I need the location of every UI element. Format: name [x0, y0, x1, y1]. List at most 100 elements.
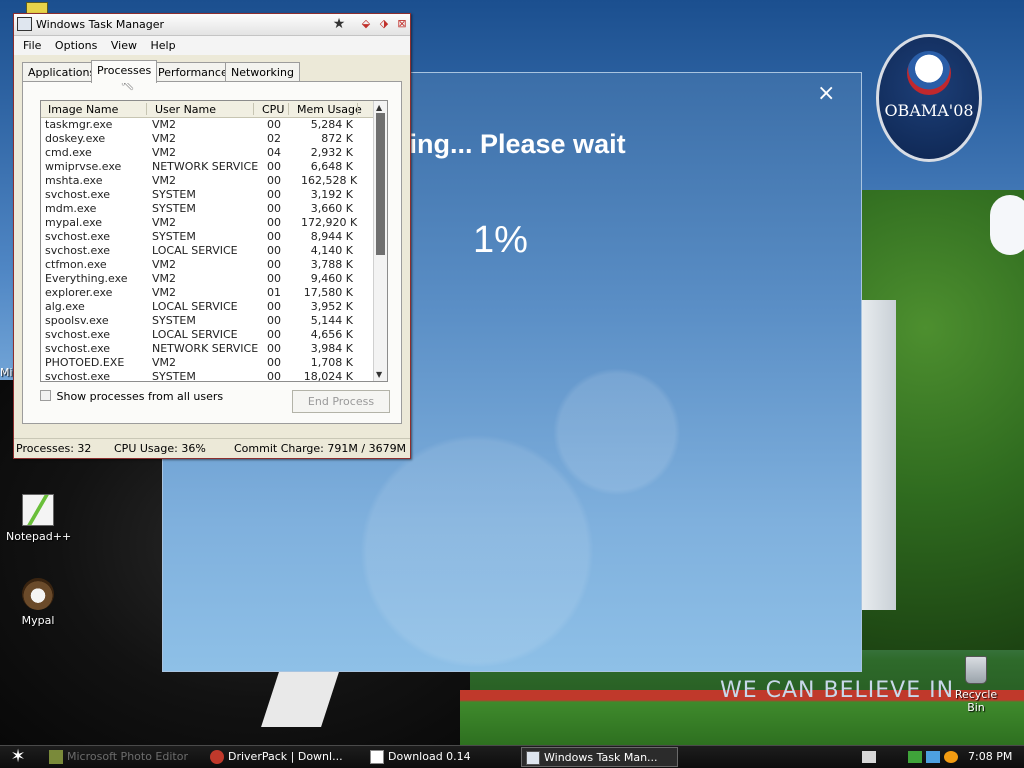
close-button[interactable]: ⊠ — [395, 17, 409, 31]
campaign-logo: OBAMA'08 — [876, 34, 982, 162]
process-mem: 17,580 K — [303, 286, 353, 299]
process-cpu: 04 — [267, 146, 281, 159]
tab-networking[interactable]: Networking — [225, 62, 300, 82]
end-process-button[interactable]: End Process — [292, 390, 390, 413]
process-cpu: 00 — [267, 370, 281, 382]
menu-file[interactable]: File — [18, 36, 46, 55]
title-bar[interactable]: Windows Task Manager ★ ⬙ ⬗ ⊠ — [14, 14, 410, 36]
recycle-bin-icon — [965, 656, 987, 684]
process-user: SYSTEM — [152, 370, 196, 382]
update-icon[interactable] — [926, 751, 940, 763]
pin-icon[interactable]: ★ — [332, 17, 346, 31]
tab-processes[interactable]: Processes — [91, 60, 158, 83]
taskbar-button-photo-editor[interactable]: Microsoft Photo Editor — [45, 747, 200, 767]
process-row[interactable]: svchost.exe LOCAL SERVICE 00 4,140 K — [41, 244, 387, 258]
menu-view[interactable]: View — [106, 36, 142, 55]
process-user: VM2 — [152, 216, 177, 229]
process-name: alg.exe — [45, 300, 85, 313]
process-user: VM2 — [152, 272, 177, 285]
process-list-scrollbar[interactable]: ▲ ▼ — [373, 101, 387, 381]
column-user-name[interactable]: User Name — [155, 103, 216, 116]
column-image-name[interactable]: Image Name — [48, 103, 118, 116]
desktop-icon-notepadpp[interactable]: Notepad++ — [6, 494, 71, 543]
minimize-button[interactable]: ⬙ — [359, 17, 373, 31]
process-mem: 3,660 K — [310, 202, 353, 215]
process-row[interactable]: ctfmon.exe VM2 00 3,788 K — [41, 258, 387, 272]
network-icon[interactable] — [908, 751, 922, 763]
process-row[interactable]: PHOTOED.EXE VM2 00 1,708 K — [41, 356, 387, 370]
process-cpu: 01 — [267, 286, 281, 299]
column-divider[interactable] — [146, 103, 147, 115]
process-row[interactable]: svchost.exe LOCAL SERVICE 00 4,656 K — [41, 328, 387, 342]
process-mem: 8,944 K — [310, 230, 353, 243]
process-row[interactable]: taskmgr.exe VM2 00 5,284 K — [41, 118, 387, 132]
process-row[interactable]: svchost.exe SYSTEM 00 18,024 K — [41, 370, 387, 382]
scroll-down-icon[interactable]: ▼ — [376, 370, 385, 379]
column-cpu[interactable]: CPU — [262, 103, 284, 116]
maximize-button[interactable]: ⬗ — [377, 17, 391, 31]
process-row[interactable]: mypal.exe VM2 00 172,920 K — [41, 216, 387, 230]
process-row[interactable]: doskey.exe VM2 02 872 K — [41, 132, 387, 146]
process-cpu: 00 — [267, 216, 281, 229]
process-row[interactable]: mdm.exe SYSTEM 00 3,660 K — [41, 202, 387, 216]
scroll-up-icon[interactable]: ▲ — [376, 103, 385, 112]
search-icon[interactable] — [944, 751, 958, 763]
clock[interactable]: 7:08 PM — [968, 750, 1012, 763]
process-list-header: Image Name User Name CPU Mem Usage — [41, 101, 387, 118]
process-cpu: 00 — [267, 118, 281, 131]
process-user: LOCAL SERVICE — [152, 328, 238, 341]
column-divider[interactable] — [357, 103, 358, 115]
wallpaper-cloud — [990, 195, 1024, 255]
process-row[interactable]: wmiprvse.exe NETWORK SERVICE 00 6,648 K — [41, 160, 387, 174]
close-icon[interactable]: × — [817, 81, 835, 106]
desktop-icon-mypal[interactable]: Mypal — [6, 578, 70, 627]
process-cpu: 00 — [267, 342, 281, 355]
status-bar: Processes: 32 CPU Usage: 36% Commit Char… — [14, 438, 410, 458]
process-mem: 3,952 K — [310, 300, 353, 313]
menu-options[interactable]: Options — [50, 36, 102, 55]
scroll-thumb[interactable] — [376, 113, 385, 255]
taskbar-button-driverpack[interactable]: DriverPack | Downl... — [206, 747, 361, 767]
process-mem: 18,024 K — [303, 370, 353, 382]
process-name: cmd.exe — [45, 146, 92, 159]
process-row[interactable]: mshta.exe VM2 00 162,528 K — [41, 174, 387, 188]
process-row[interactable]: cmd.exe VM2 04 2,932 K — [41, 146, 387, 160]
window-icon — [370, 750, 384, 764]
desktop-icon-recycle-bin[interactable]: Recycle Bin — [946, 656, 1006, 714]
show-all-users-label: Show processes from all users — [56, 390, 224, 403]
taskbar-button-task-manager[interactable]: Windows Task Man... — [521, 747, 678, 767]
process-mem: 172,920 K — [301, 216, 358, 229]
process-row[interactable]: svchost.exe NETWORK SERVICE 00 3,984 K — [41, 342, 387, 356]
process-mem: 5,144 K — [310, 314, 353, 327]
column-mem-usage[interactable]: Mem Usage — [297, 103, 362, 116]
process-user: LOCAL SERVICE — [152, 244, 238, 257]
taskbar-button-download[interactable]: Download 0.14 — [366, 747, 514, 767]
tab-performance[interactable]: Performance — [152, 62, 234, 82]
process-user: NETWORK SERVICE — [152, 160, 259, 173]
process-row[interactable]: svchost.exe SYSTEM 00 3,192 K — [41, 188, 387, 202]
process-cpu: 00 — [267, 300, 281, 313]
taskbar-button-label: Microsoft Photo Editor — [67, 750, 188, 763]
process-name: mshta.exe — [45, 174, 103, 187]
process-row[interactable]: spoolsv.exe SYSTEM 00 5,144 K — [41, 314, 387, 328]
process-mem: 2,932 K — [310, 146, 353, 159]
checkbox-box[interactable] — [40, 390, 51, 401]
process-row[interactable]: alg.exe LOCAL SERVICE 00 3,952 K — [41, 300, 387, 314]
process-user: SYSTEM — [152, 314, 196, 327]
process-user: VM2 — [152, 132, 177, 145]
process-row[interactable]: svchost.exe SYSTEM 00 8,944 K — [41, 230, 387, 244]
start-button[interactable]: ✶ — [6, 746, 30, 768]
process-row[interactable]: Everything.exe VM2 00 9,460 K — [41, 272, 387, 286]
column-divider[interactable] — [288, 103, 289, 115]
process-cpu: 00 — [267, 188, 281, 201]
show-all-users-checkbox[interactable]: Show processes from all users — [40, 390, 223, 403]
menu-help[interactable]: Help — [145, 36, 180, 55]
process-row[interactable]: explorer.exe VM2 01 17,580 K — [41, 286, 387, 300]
process-user: VM2 — [152, 118, 177, 131]
window-title: Windows Task Manager — [36, 18, 165, 31]
tab-applications[interactable]: Applications — [22, 62, 102, 82]
keyboard-icon[interactable] — [862, 751, 876, 763]
process-name: taskmgr.exe — [45, 118, 113, 131]
column-divider[interactable] — [253, 103, 254, 115]
mypal-icon — [22, 578, 54, 610]
